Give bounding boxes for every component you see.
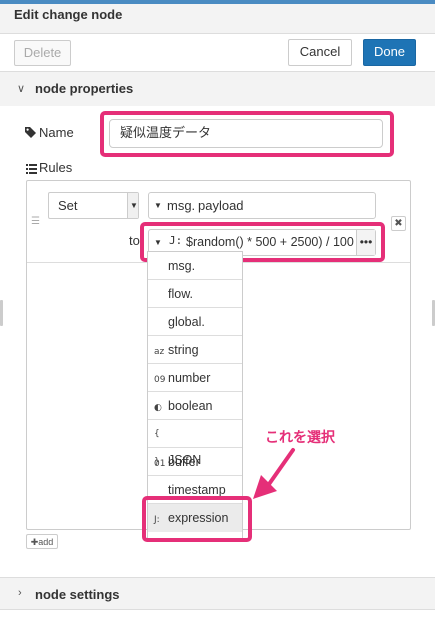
name-label: Name	[39, 125, 74, 140]
tag-icon	[25, 126, 36, 141]
drag-handle-icon[interactable]: ☰	[31, 216, 40, 227]
boolean-icon: ◐	[154, 403, 162, 413]
menu-item-label: msg.	[168, 259, 196, 273]
string-icon: az	[154, 347, 165, 357]
menu-item-label: string	[168, 343, 199, 357]
resize-handle-left[interactable]	[0, 300, 3, 326]
type-caret-icon[interactable]: ▼	[154, 201, 162, 210]
menu-item-msg[interactable]: msg.	[148, 252, 242, 280]
rule-action-select[interactable]: Set ▼	[48, 192, 139, 219]
menu-item-flow[interactable]: flow.	[148, 280, 242, 308]
menu-item-label: global.	[168, 315, 205, 329]
buffer-icon: 01	[154, 459, 166, 469]
annotation-arrow-icon	[245, 447, 305, 506]
menu-item-json[interactable]: { } JSON	[148, 420, 242, 467]
menu-item-label: flow.	[168, 287, 194, 301]
done-button[interactable]: Done	[363, 39, 416, 66]
select-caret-icon: ▼	[127, 193, 138, 218]
to-label: to	[129, 233, 140, 248]
add-rule-label: add	[38, 537, 54, 547]
rules-label: Rules	[39, 160, 73, 175]
target-value: payload	[198, 198, 244, 213]
menu-item-string[interactable]: az string	[148, 336, 242, 364]
list-icon	[26, 162, 37, 177]
chevron-down-icon: ∨	[17, 83, 26, 95]
menu-item-boolean[interactable]: ◐ boolean	[148, 392, 242, 420]
target-type-label: msg.	[167, 198, 196, 213]
add-rule-button[interactable]: ✚add	[26, 534, 58, 549]
settings-section-label: node settings	[35, 587, 120, 602]
expression-option-highlight	[142, 496, 252, 542]
name-highlight-frame	[100, 111, 394, 157]
remove-rule-button[interactable]: ✖	[391, 216, 406, 231]
menu-item-label: number	[168, 371, 211, 385]
cancel-button[interactable]: Cancel	[288, 39, 352, 66]
chevron-right-icon: ›	[18, 587, 22, 599]
dialog-title: Edit change node	[14, 7, 123, 22]
properties-section-label: node properties	[35, 81, 134, 96]
number-icon: 09	[154, 375, 166, 385]
menu-item-label: buffer	[168, 455, 200, 469]
menu-item-label: timestamp	[168, 483, 226, 497]
menu-item-label: boolean	[168, 399, 213, 413]
rule-target-field[interactable]: ▼ msg. payload	[148, 192, 376, 219]
annotation-text: これを選択	[265, 429, 335, 445]
footer-divider	[0, 609, 435, 610]
rule-action-value: Set	[58, 198, 78, 213]
delete-button[interactable]: Delete	[14, 40, 71, 66]
menu-item-number[interactable]: 09 number	[148, 364, 242, 392]
menu-item-global[interactable]: global.	[148, 308, 242, 336]
menu-item-buffer[interactable]: 01 buffer	[148, 448, 242, 476]
